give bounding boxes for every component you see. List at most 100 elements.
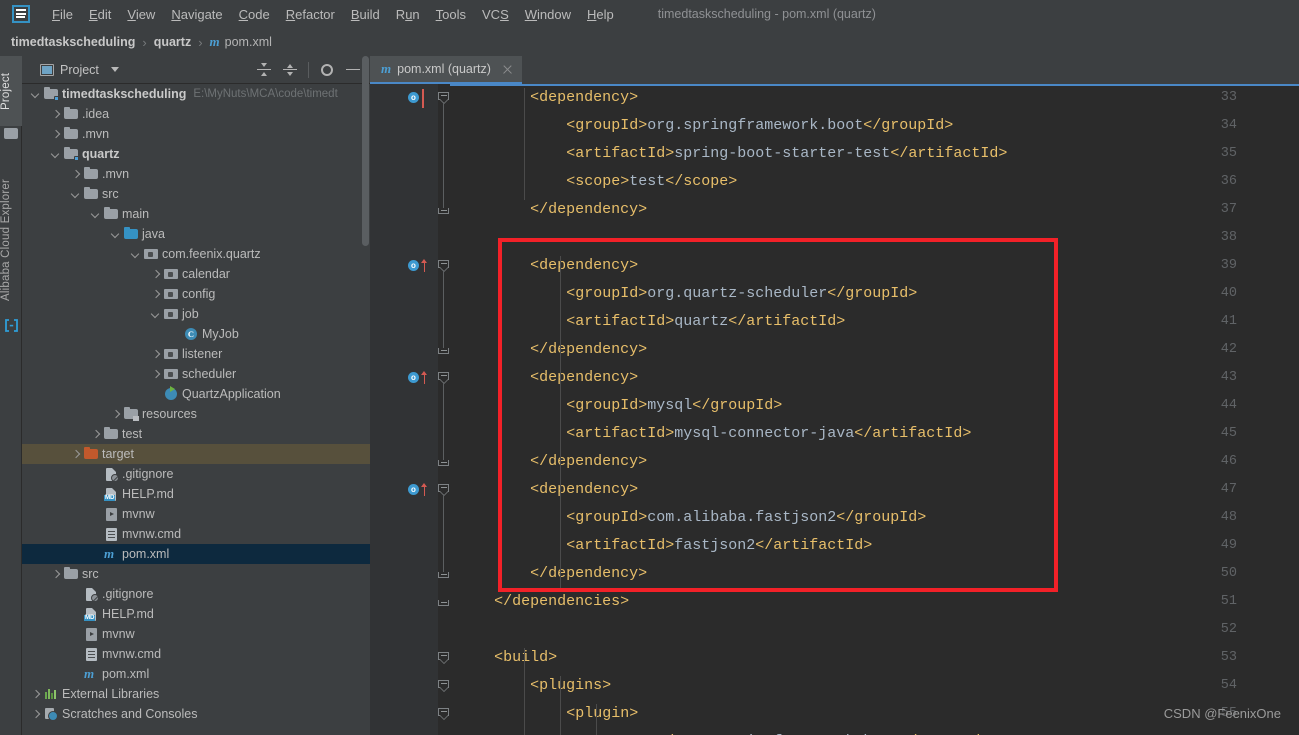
maven-m-icon: m <box>381 61 392 76</box>
sidebar-tab-project[interactable]: Project <box>0 56 22 126</box>
chevron-down-icon[interactable] <box>150 309 161 320</box>
tree-node-quartzapplication[interactable]: QuartzApplication <box>22 384 370 404</box>
chevron-right-icon[interactable] <box>70 169 81 180</box>
line-number: 37 <box>1220 202 1237 217</box>
chevron-right-icon[interactable] <box>150 369 161 380</box>
tree-node-myjob[interactable]: C MyJob <box>22 324 370 344</box>
chevron-right-icon[interactable] <box>150 289 161 300</box>
tree-node-mvnw[interactable]: mvnw <box>22 624 370 644</box>
menu-item-tools[interactable]: Tools <box>428 4 474 25</box>
dependency-update-arrow-icon[interactable] <box>421 483 428 496</box>
chevron-right-icon[interactable] <box>30 709 41 720</box>
tree-node-src[interactable]: src <box>22 564 370 584</box>
collapse-all-button[interactable] <box>279 59 301 81</box>
tree-node-pom-xml[interactable]: m pom.xml <box>22 664 370 684</box>
tree-node-com-feenix-quartz[interactable]: com.feenix.quartz <box>22 244 370 264</box>
maven-dependency-marker-icon[interactable]: o <box>408 260 419 271</box>
chevron-down-icon[interactable] <box>50 149 61 160</box>
tree-node-scheduler[interactable]: scheduler <box>22 364 370 384</box>
menu-item-view[interactable]: View <box>119 4 163 25</box>
tree-node-test[interactable]: test <box>22 424 370 444</box>
tree-node-scratches-and-consoles[interactable]: Scratches and Consoles <box>22 704 370 724</box>
tree-node-mvnw-cmd[interactable]: mvnw.cmd <box>22 644 370 664</box>
tree-node--idea[interactable]: .idea <box>22 104 370 124</box>
dependency-update-arrow-icon[interactable] <box>421 259 428 272</box>
tree-node-main[interactable]: main <box>22 204 370 224</box>
menu-item-run[interactable]: Run <box>388 4 428 25</box>
tree-node-java[interactable]: java <box>22 224 370 244</box>
chevron-right-icon[interactable] <box>150 269 161 280</box>
tree-node-help-md[interactable]: MD HELP.md <box>22 604 370 624</box>
tree-node-pom-xml[interactable]: m pom.xml <box>22 544 370 564</box>
breadcrumb-item-module[interactable]: quartz <box>154 35 192 49</box>
menu-item-edit[interactable]: Edit <box>81 4 119 25</box>
close-icon[interactable] <box>502 64 513 75</box>
tree-node--gitignore[interactable]: .gitignore <box>22 464 370 484</box>
project-tree[interactable]: timedtaskscheduling E:\MyNuts\MCA\code\ti… <box>22 84 370 735</box>
tree-node--mvn[interactable]: .mvn <box>22 124 370 144</box>
fold-start-icon[interactable] <box>438 708 449 720</box>
menu-item-window[interactable]: Window <box>517 4 579 25</box>
menu-item-vcs[interactable]: VCS <box>474 4 517 25</box>
fold-end-icon[interactable] <box>438 597 449 608</box>
chevron-down-icon[interactable] <box>130 249 141 260</box>
tree-node-external-libraries[interactable]: External Libraries <box>22 684 370 704</box>
menu-item-code[interactable]: Code <box>231 4 278 25</box>
chevron-right-icon[interactable] <box>50 109 61 120</box>
chevron-right-icon[interactable] <box>110 409 121 420</box>
tree-node-config[interactable]: config <box>22 284 370 304</box>
menu-item-build[interactable]: Build <box>343 4 388 25</box>
chevron-down-icon[interactable] <box>30 89 41 100</box>
tree-node-target[interactable]: target <box>22 444 370 464</box>
tree-node-help-md[interactable]: MD HELP.md <box>22 484 370 504</box>
tree-node-listener[interactable]: listener <box>22 344 370 364</box>
tree-node-mvnw-cmd[interactable]: mvnw.cmd <box>22 524 370 544</box>
chevron-down-icon[interactable] <box>70 189 81 200</box>
code-line: <groupId>com.alibaba.fastjson2</groupId> <box>566 509 927 526</box>
chevron-right-icon[interactable] <box>50 129 61 140</box>
chevron-right-icon[interactable] <box>90 429 101 440</box>
maven-dependency-marker-icon[interactable]: o <box>408 92 419 103</box>
module-folder-icon <box>43 86 59 102</box>
tree-node-mvnw[interactable]: mvnw <box>22 504 370 524</box>
scrollbar-thumb[interactable] <box>362 56 369 246</box>
project-panel-title: Project <box>60 62 99 77</box>
tree-node-job[interactable]: job <box>22 304 370 324</box>
chevron-down-icon[interactable] <box>110 67 119 72</box>
chevron-down-icon[interactable] <box>90 209 101 220</box>
menu-item-refactor[interactable]: Refactor <box>278 4 343 25</box>
editor-tab-pom-xml[interactable]: m pom.xml (quartz) <box>370 56 522 84</box>
code-editor[interactable]: 33 o 34 35 36 37 38 39 o 40 41 42 43 o 44 45 46 47 o 48 49 50… <box>370 84 1299 735</box>
maven-dependency-marker-icon[interactable]: o <box>408 484 419 495</box>
project-tree-scrollbar[interactable] <box>361 56 370 735</box>
project-view-icon <box>40 63 54 76</box>
tree-node--gitignore[interactable]: .gitignore <box>22 584 370 604</box>
menu-item-navigate[interactable]: Navigate <box>163 4 230 25</box>
chevron-right-icon[interactable] <box>50 569 61 580</box>
menu-item-file[interactable]: File <box>44 4 81 25</box>
tree-node-timedtaskscheduling[interactable]: timedtaskscheduling E:\MyNuts\MCA\code\ti… <box>22 84 370 104</box>
code-line: <artifactId>mysql-connector-java</artifa… <box>566 425 972 442</box>
tree-node-resources[interactable]: resources <box>22 404 370 424</box>
menu-item-help[interactable]: Help <box>579 4 622 25</box>
maven-dependency-marker-icon[interactable]: o <box>408 372 419 383</box>
sidebar-tab-alibaba-cloud-explorer[interactable]: Alibaba Cloud Explorer <box>0 166 22 314</box>
spring-boot-class-icon <box>163 386 179 402</box>
chevron-right-icon[interactable] <box>70 449 81 460</box>
chevron-right-icon[interactable] <box>150 349 161 360</box>
fold-start-icon[interactable] <box>438 652 449 664</box>
tree-node-calendar[interactable]: calendar <box>22 264 370 284</box>
settings-button[interactable] <box>316 59 338 81</box>
fold-start-icon[interactable] <box>438 680 449 692</box>
breadcrumb-item-project[interactable]: timedtaskscheduling <box>11 35 135 49</box>
expand-all-button[interactable] <box>253 59 275 81</box>
chevron-down-icon[interactable] <box>110 229 121 240</box>
tree-node-quartz[interactable]: quartz <box>22 144 370 164</box>
chevron-right-icon[interactable] <box>30 689 41 700</box>
fold-column[interactable] <box>438 84 450 735</box>
breadcrumb-item-file[interactable]: pom.xml <box>225 35 272 49</box>
dependency-update-arrow-icon[interactable] <box>421 371 428 384</box>
tree-node--mvn[interactable]: .mvn <box>22 164 370 184</box>
tree-node-src[interactable]: src <box>22 184 370 204</box>
